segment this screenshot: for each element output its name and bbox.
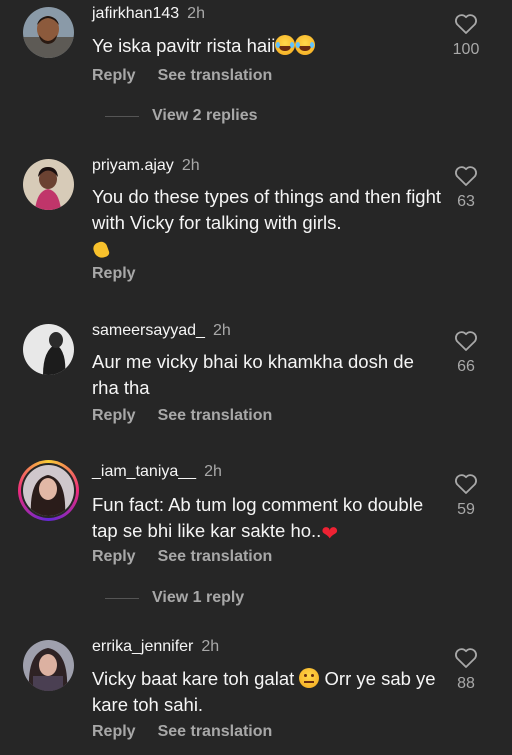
timestamp: 2h xyxy=(187,5,205,22)
view-replies-button[interactable]: View 1 reply xyxy=(105,589,244,607)
raised-eyebrow-emoji-icon xyxy=(299,668,320,688)
comment-header: priyam.ajay 2h xyxy=(92,157,200,175)
avatar[interactable] xyxy=(23,324,74,375)
see-translation-button[interactable]: See translation xyxy=(158,723,273,740)
tears-of-joy-emoji-icon xyxy=(275,35,296,55)
reply-button[interactable]: Reply xyxy=(92,67,136,84)
reply-button[interactable]: Reply xyxy=(92,265,136,282)
comment-actions: Reply See translation xyxy=(92,723,272,741)
username[interactable]: _iam_taniya__ xyxy=(92,463,196,480)
avatar-with-story-ring[interactable] xyxy=(18,460,79,521)
clapping-hands-emoji-icon xyxy=(92,238,112,258)
timestamp: 2h xyxy=(181,157,200,174)
username[interactable]: jafirkhan143 xyxy=(92,5,179,22)
like-control: 66 xyxy=(444,330,488,376)
avatar-image xyxy=(23,7,74,58)
comment-body: You do these types of things and then fi… xyxy=(92,186,442,233)
heart-icon[interactable] xyxy=(454,330,478,352)
comment-actions: Reply See translation xyxy=(92,548,272,566)
comment-text: You do these types of things and then fi… xyxy=(92,184,442,262)
red-heart-emoji-icon: ❤ xyxy=(321,523,339,545)
comment-header: jafirkhan143 2h xyxy=(92,5,205,23)
comment-text: Aur me vicky bhai ko khamkha dosh de rha… xyxy=(92,349,442,401)
comment-header: _iam_taniya__ 2h xyxy=(92,463,222,481)
heart-icon[interactable] xyxy=(454,473,478,495)
comment-text: Ye iska pavitr rista haii xyxy=(92,33,442,59)
view-replies-label: View 2 replies xyxy=(152,107,258,124)
heart-icon[interactable] xyxy=(454,165,478,187)
username[interactable]: priyam.ajay xyxy=(92,157,174,174)
like-control: 100 xyxy=(444,13,488,59)
heart-icon[interactable] xyxy=(454,13,478,35)
avatar-image xyxy=(23,159,74,210)
timestamp: 2h xyxy=(201,638,220,655)
like-count: 100 xyxy=(452,41,480,58)
like-count: 88 xyxy=(457,675,475,692)
reply-divider xyxy=(105,115,139,117)
comment-header: sameersayyad_ 2h xyxy=(92,322,231,340)
username[interactable]: sameersayyad_ xyxy=(92,322,205,339)
reply-button[interactable]: Reply xyxy=(92,407,136,424)
see-translation-button[interactable]: See translation xyxy=(158,67,273,84)
comment-header: errika_jennifer 2h xyxy=(92,638,219,656)
like-count: 66 xyxy=(457,358,475,375)
like-count: 59 xyxy=(457,501,475,518)
like-control: 88 xyxy=(444,647,488,693)
avatar[interactable] xyxy=(23,640,74,691)
view-replies-button[interactable]: View 2 replies xyxy=(105,107,258,125)
avatar[interactable] xyxy=(23,159,74,210)
comment-body: Ye iska pavitr rista haii xyxy=(92,35,276,56)
avatar[interactable] xyxy=(23,7,74,58)
reply-button[interactable]: Reply xyxy=(92,548,136,565)
like-count: 63 xyxy=(457,193,475,210)
comment-actions: Reply See translation xyxy=(92,407,272,425)
comment-text: Fun fact: Ab tum log comment ko double t… xyxy=(92,492,442,547)
view-replies-label: View 1 reply xyxy=(152,589,245,606)
comment-body: Vicky baat kare toh galat xyxy=(92,668,295,689)
avatar-image xyxy=(23,640,74,691)
timestamp: 2h xyxy=(204,463,222,480)
see-translation-button[interactable]: See translation xyxy=(158,548,273,565)
like-control: 59 xyxy=(444,473,488,519)
timestamp: 2h xyxy=(212,322,231,339)
comment-text: Vicky baat kare toh galat Orr ye sab ye … xyxy=(92,666,442,718)
comment-actions: Reply xyxy=(92,265,136,283)
tears-of-joy-emoji-icon xyxy=(295,35,316,55)
avatar-image xyxy=(23,465,74,516)
comment-body: Aur me vicky bhai ko khamkha dosh de rha… xyxy=(92,351,414,398)
reply-button[interactable]: Reply xyxy=(92,723,136,740)
comment-actions: Reply See translation xyxy=(92,67,272,85)
reply-divider xyxy=(105,597,139,599)
comment-body: Fun fact: Ab tum log comment ko double t… xyxy=(92,494,424,541)
see-translation-button[interactable]: See translation xyxy=(158,407,273,424)
like-control: 63 xyxy=(444,165,488,211)
avatar-image xyxy=(23,324,74,375)
username[interactable]: errika_jennifer xyxy=(92,638,193,655)
heart-icon[interactable] xyxy=(454,647,478,669)
